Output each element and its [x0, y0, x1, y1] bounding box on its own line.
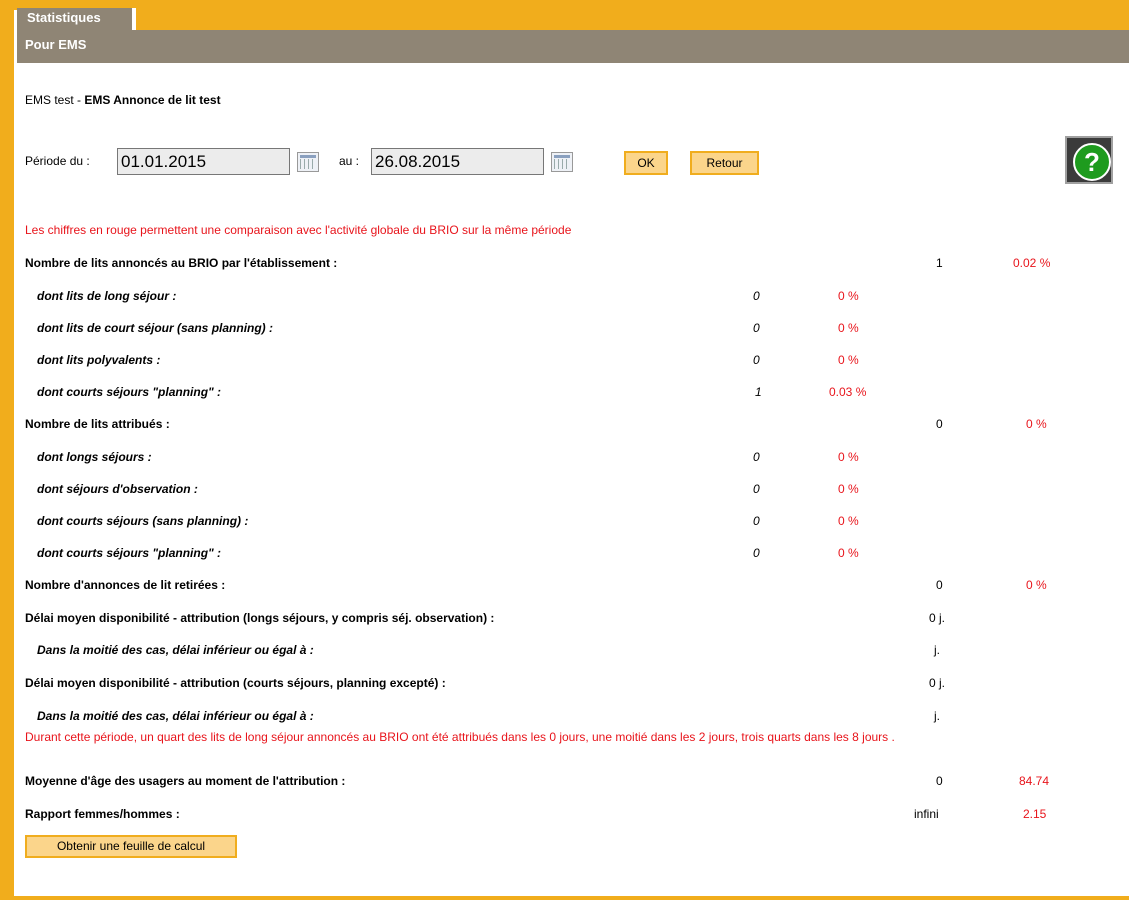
help-icon: ?	[1073, 143, 1111, 181]
calendar-icon[interactable]	[297, 152, 319, 172]
row-pct: 0 %	[838, 289, 859, 303]
row-pct: 84.74	[1019, 774, 1050, 788]
row-label: dont séjours d'observation :	[37, 482, 198, 496]
comparison-notice: Les chiffres en rouge permettent une com…	[25, 223, 572, 237]
row-value: 0 j.	[929, 611, 946, 625]
calendar-icon[interactable]	[551, 152, 573, 172]
row-pct: 0.03 %	[829, 385, 867, 399]
row-value: 0	[753, 514, 760, 528]
ok-button[interactable]: OK	[624, 151, 668, 175]
row-pct: 0.02 %	[1013, 256, 1051, 270]
row-label: dont courts séjours "planning" :	[37, 385, 222, 399]
row-value: 0	[936, 417, 943, 431]
row-label: Dans la moitié des cas, délai inférieur …	[37, 643, 314, 657]
row-pct: 0 %	[1026, 417, 1047, 431]
row-label: dont lits polyvalents :	[37, 353, 161, 367]
row-label: dont longs séjours :	[37, 450, 152, 464]
row-value: infini	[914, 807, 939, 821]
row-pct: 0 %	[838, 514, 859, 528]
establishment-prefix: EMS test -	[25, 93, 85, 107]
tab-statistiques[interactable]: Statistiques	[17, 8, 132, 30]
bottom-border	[0, 896, 1129, 900]
row-value: 0	[753, 289, 760, 303]
row-label: Nombre de lits annoncés au BRIO par l'ét…	[25, 256, 338, 270]
tab-strip	[136, 8, 1129, 30]
period-to-input[interactable]: 26.08.2015	[371, 148, 544, 175]
row-value: 0	[936, 774, 943, 788]
row-label: Rapport femmes/hommes :	[25, 807, 180, 821]
row-pct: 0 %	[838, 450, 859, 464]
help-button[interactable]: ?	[1065, 136, 1113, 184]
row-label: Dans la moitié des cas, délai inférieur …	[37, 709, 314, 723]
back-button[interactable]: Retour	[690, 151, 759, 175]
row-value: 0 j.	[929, 676, 946, 690]
row-label: dont courts séjours "planning" :	[37, 546, 222, 560]
row-value: 0	[753, 482, 760, 496]
row-value: 1	[936, 256, 943, 270]
row-value: 0	[936, 578, 943, 592]
period-from-label: Période du :	[25, 154, 90, 168]
quartile-note: Durant cette période, un quart des lits …	[25, 730, 895, 744]
row-value: 0	[753, 450, 760, 464]
row-pct: 0 %	[838, 321, 859, 335]
row-pct: 0 %	[1026, 578, 1047, 592]
left-border	[0, 0, 14, 900]
row-label: dont courts séjours (sans planning) :	[37, 514, 249, 528]
export-spreadsheet-button[interactable]: Obtenir une feuille de calcul	[25, 835, 237, 858]
row-value: 1	[755, 385, 762, 399]
row-value: j.	[934, 709, 940, 723]
row-label: dont lits de court séjour (sans planning…	[37, 321, 274, 335]
row-label: Nombre d'annonces de lit retirées :	[25, 578, 226, 592]
period-to-label: au :	[339, 154, 360, 168]
row-label: dont lits de long séjour :	[37, 289, 177, 303]
row-label: Nombre de lits attribués :	[25, 417, 170, 431]
row-value: 0	[753, 321, 760, 335]
row-label: Délai moyen disponibilité - attribution …	[25, 611, 495, 625]
row-label: Délai moyen disponibilité - attribution …	[25, 676, 446, 690]
row-pct: 2.15	[1023, 807, 1047, 821]
row-pct: 0 %	[838, 546, 859, 560]
row-label: Moyenne d'âge des usagers au moment de l…	[25, 774, 346, 788]
row-value: j.	[934, 643, 940, 657]
establishment-line: EMS test - EMS Annonce de lit test	[25, 93, 221, 107]
row-value: 0	[753, 353, 760, 367]
row-value: 0	[753, 546, 760, 560]
period-from-input[interactable]: 01.01.2015	[117, 148, 290, 175]
row-pct: 0 %	[838, 482, 859, 496]
row-pct: 0 %	[838, 353, 859, 367]
establishment-name: EMS Annonce de lit test	[84, 93, 221, 107]
section-title: Pour EMS	[17, 30, 1129, 63]
